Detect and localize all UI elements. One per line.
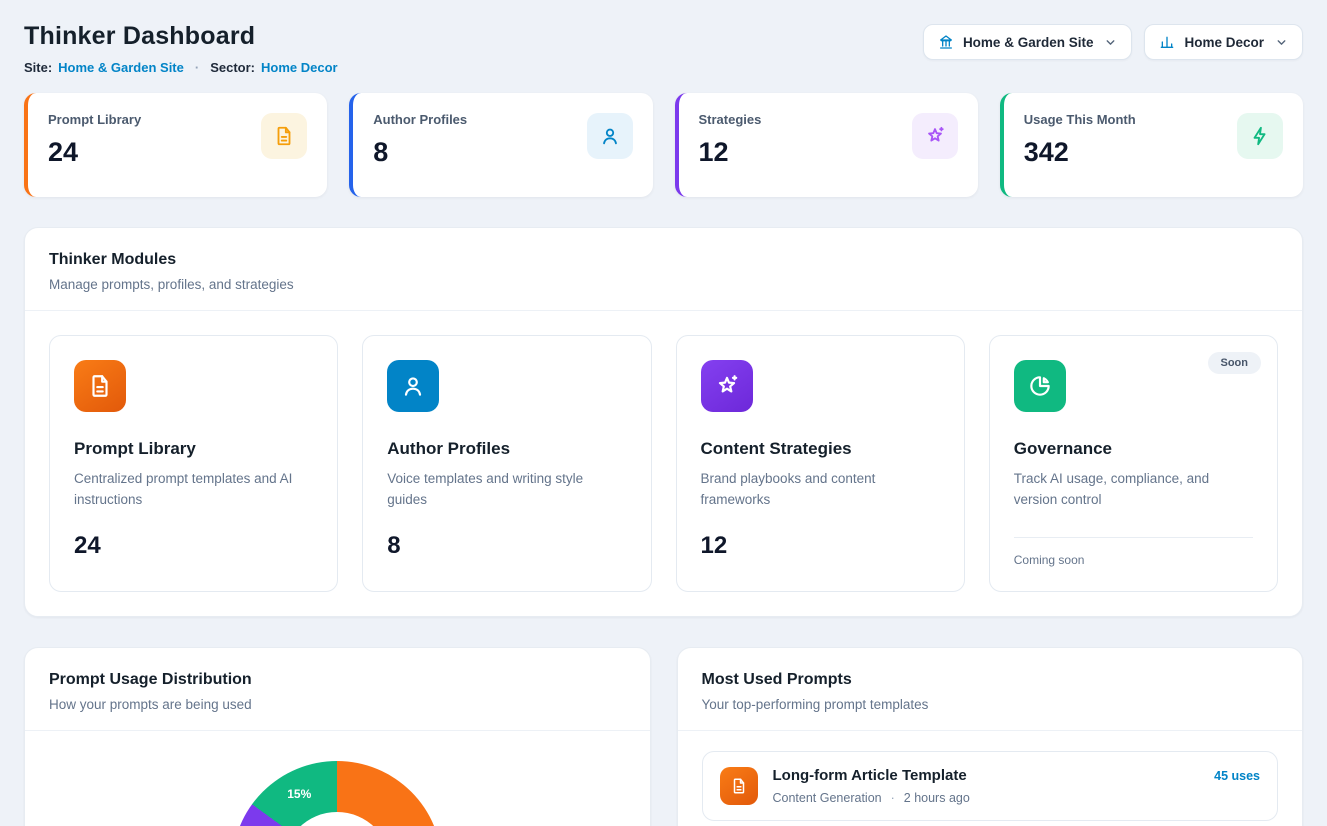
donut-percent-label: 15% <box>287 787 311 801</box>
stat-text: Usage This Month 342 <box>1024 112 1136 178</box>
sparkle-star-icon <box>701 360 753 412</box>
prompt-info: Long-form Article Template Content Gener… <box>773 767 970 805</box>
module-title: Author Profiles <box>387 439 626 459</box>
divider <box>1014 537 1253 538</box>
modules-title: Thinker Modules <box>49 251 1278 269</box>
modules-subtitle: Manage prompts, profiles, and strategies <box>49 277 1278 292</box>
module-title: Governance <box>1014 439 1253 459</box>
prompts-panel-header: Most Used Prompts Your top-performing pr… <box>678 648 1303 730</box>
lightning-icon <box>1237 113 1283 159</box>
site-selector-label: Home & Garden Site <box>963 35 1094 50</box>
module-description: Brand playbooks and content frameworks <box>701 469 928 511</box>
modules-panel: Thinker Modules Manage prompts, profiles… <box>24 227 1303 617</box>
modules-grid: Prompt Library Centralized prompt templa… <box>25 311 1302 616</box>
stat-card-strategies: Strategies 12 <box>675 93 978 197</box>
stats-row: Prompt Library 24 Author Profiles 8 Stra… <box>24 93 1303 197</box>
usage-subtitle: How your prompts are being used <box>49 697 626 712</box>
module-card-prompt-library[interactable]: Prompt Library Centralized prompt templa… <box>49 335 338 592</box>
usage-donut: 15% <box>232 761 442 826</box>
breadcrumb-separator: · <box>195 60 199 75</box>
usage-chart-area: 15% <box>25 731 650 826</box>
usage-distribution-panel: Prompt Usage Distribution How your promp… <box>24 647 651 826</box>
header-selectors: Home & Garden Site Home Decor <box>923 24 1303 60</box>
module-count: 8 <box>387 532 626 560</box>
breadcrumb: Site: Home & Garden Site · Sector: Home … <box>24 60 338 75</box>
stat-value: 342 <box>1024 137 1136 168</box>
prompt-list-item[interactable]: Long-form Article Template Content Gener… <box>702 751 1279 821</box>
usage-panel-header: Prompt Usage Distribution How your promp… <box>25 648 650 730</box>
stat-card-usage: Usage This Month 342 <box>1000 93 1303 197</box>
stat-text: Prompt Library 24 <box>48 112 141 178</box>
sector-label: Sector: <box>210 60 255 75</box>
prompt-time: 2 hours ago <box>904 791 970 805</box>
header-titles: Thinker Dashboard Site: Home & Garden Si… <box>24 14 338 75</box>
stat-label: Strategies <box>699 112 762 127</box>
meta-separator: · <box>891 791 895 805</box>
prompt-title: Long-form Article Template <box>773 767 970 784</box>
chevron-down-icon <box>1275 36 1288 49</box>
header: Thinker Dashboard Site: Home & Garden Si… <box>24 14 1303 75</box>
soon-badge: Soon <box>1208 352 1262 374</box>
page-title: Thinker Dashboard <box>24 22 338 51</box>
module-count: 12 <box>701 532 940 560</box>
module-card-governance[interactable]: Soon Governance Track AI usage, complian… <box>989 335 1278 592</box>
coming-soon-note: Coming soon <box>1014 553 1253 567</box>
person-icon <box>387 360 439 412</box>
document-icon <box>720 767 758 805</box>
document-icon <box>74 360 126 412</box>
module-description: Centralized prompt templates and AI inst… <box>74 469 301 511</box>
stat-value: 12 <box>699 137 762 168</box>
pie-chart-icon <box>1014 360 1066 412</box>
building-icon <box>938 34 954 50</box>
stat-label: Usage This Month <box>1024 112 1136 127</box>
stat-value: 24 <box>48 137 141 168</box>
sparkle-star-icon <box>912 113 958 159</box>
prompts-title: Most Used Prompts <box>702 671 1279 689</box>
stat-value: 8 <box>373 137 467 168</box>
prompt-category: Content Generation <box>773 791 882 805</box>
prompt-list: Long-form Article Template Content Gener… <box>678 731 1303 826</box>
site-label: Site: <box>24 60 52 75</box>
prompt-uses-badge: 45 uses <box>1214 769 1260 783</box>
site-link[interactable]: Home & Garden Site <box>58 60 184 75</box>
donut-hole <box>283 812 391 826</box>
stat-text: Author Profiles 8 <box>373 112 467 178</box>
stat-text: Strategies 12 <box>699 112 762 178</box>
chevron-down-icon <box>1104 36 1117 49</box>
module-title: Content Strategies <box>701 439 940 459</box>
prompt-meta: Content Generation · 2 hours ago <box>773 791 970 805</box>
bottom-row: Prompt Usage Distribution How your promp… <box>24 647 1303 826</box>
module-title: Prompt Library <box>74 439 313 459</box>
stat-label: Prompt Library <box>48 112 141 127</box>
document-icon <box>261 113 307 159</box>
sector-selector-dropdown[interactable]: Home Decor <box>1144 24 1303 60</box>
modules-panel-header: Thinker Modules Manage prompts, profiles… <box>25 228 1302 310</box>
sector-selector-label: Home Decor <box>1184 35 1264 50</box>
prompts-subtitle: Your top-performing prompt templates <box>702 697 1279 712</box>
usage-title: Prompt Usage Distribution <box>49 671 626 689</box>
module-count: 24 <box>74 532 313 560</box>
stat-card-author-profiles: Author Profiles 8 <box>349 93 652 197</box>
stat-card-prompt-library: Prompt Library 24 <box>24 93 327 197</box>
dashboard-page: Thinker Dashboard Site: Home & Garden Si… <box>0 0 1327 826</box>
most-used-prompts-panel: Most Used Prompts Your top-performing pr… <box>677 647 1304 826</box>
sector-link[interactable]: Home Decor <box>261 60 338 75</box>
module-card-author-profiles[interactable]: Author Profiles Voice templates and writ… <box>362 335 651 592</box>
stat-label: Author Profiles <box>373 112 467 127</box>
bar-chart-icon <box>1159 34 1175 50</box>
module-description: Track AI usage, compliance, and version … <box>1014 469 1241 511</box>
person-icon <box>587 113 633 159</box>
module-description: Voice templates and writing style guides <box>387 469 614 511</box>
site-selector-dropdown[interactable]: Home & Garden Site <box>923 24 1133 60</box>
module-card-content-strategies[interactable]: Content Strategies Brand playbooks and c… <box>676 335 965 592</box>
